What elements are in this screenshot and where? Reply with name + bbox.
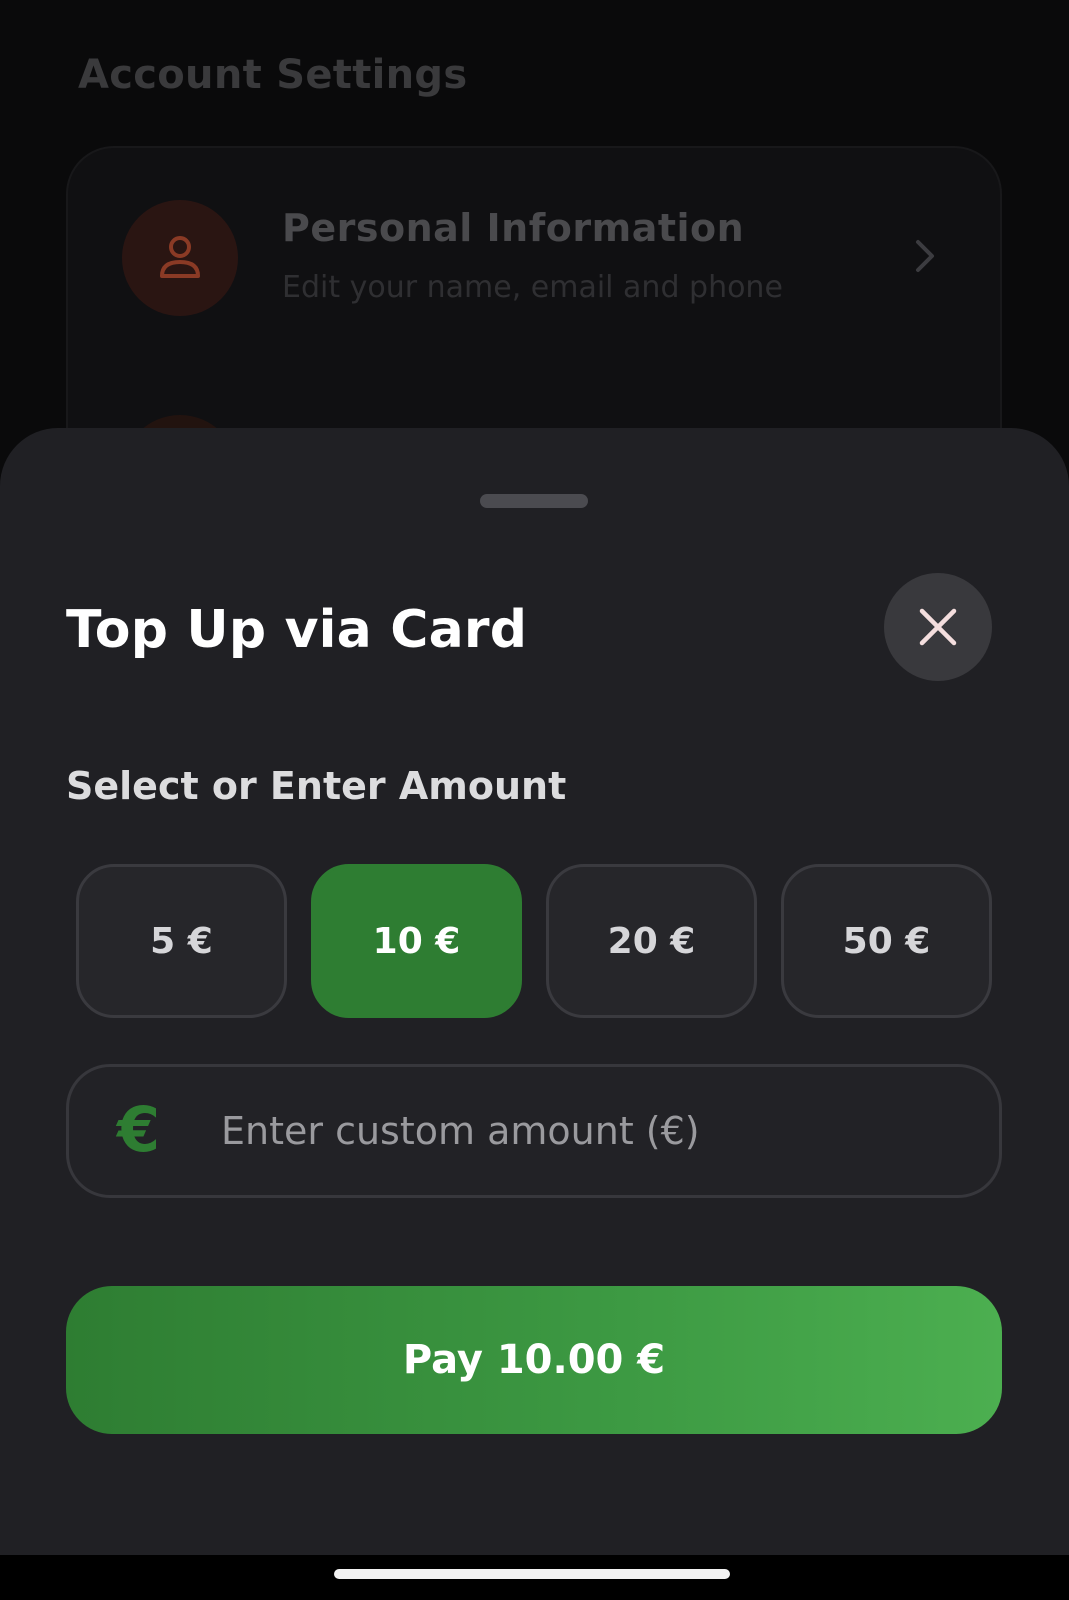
sheet-title: Top Up via Card [66,600,528,660]
top-up-sheet: Top Up via Card Select or Enter Amount 5… [0,428,1069,1555]
personal-info-icon-circle [122,200,238,316]
pay-button[interactable]: Pay 10.00 € [66,1286,1002,1434]
amount-option-10[interactable]: 10 € [311,864,522,1018]
amount-option-20[interactable]: 20 € [546,864,757,1018]
personal-info-subtitle: Edit your name, email and phone [282,270,783,305]
sheet-drag-handle[interactable] [480,494,588,508]
person-icon [160,236,200,278]
page-title: Account Settings [78,52,468,98]
amount-section-label: Select or Enter Amount [66,764,567,808]
personal-info-title: Personal Information [282,206,745,250]
home-indicator[interactable] [334,1569,730,1579]
euro-icon: € [117,1093,161,1166]
amount-options: 5 € 10 € 20 € 50 € [76,864,992,1018]
custom-amount-input[interactable] [221,1091,961,1171]
chevron-right-icon [916,240,934,272]
amount-option-5[interactable]: 5 € [76,864,287,1018]
system-bottom-bar [0,1555,1069,1600]
custom-amount-field[interactable]: € [66,1064,1002,1198]
amount-option-50[interactable]: 50 € [781,864,992,1018]
close-button[interactable] [884,573,992,681]
close-icon [919,608,957,646]
